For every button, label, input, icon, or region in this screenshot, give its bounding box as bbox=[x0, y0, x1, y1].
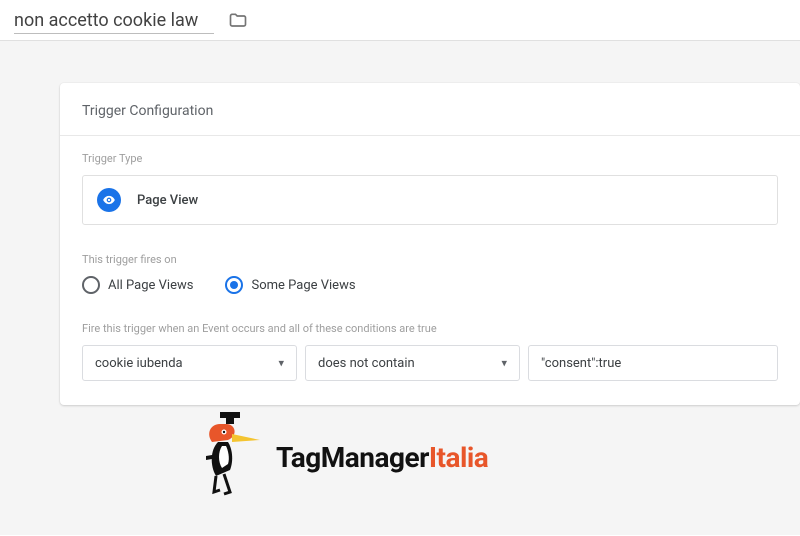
header-bar: non accetto cookie law bbox=[0, 0, 800, 41]
conditions-label: Fire this trigger when an Event occurs a… bbox=[82, 322, 778, 335]
brand-text: TagManagerItalia bbox=[276, 441, 488, 474]
trigger-type-label: Trigger Type bbox=[82, 152, 778, 165]
select-value: cookie iubenda bbox=[95, 356, 183, 371]
folder-icon[interactable] bbox=[228, 11, 248, 31]
brand-suffix: Italia bbox=[429, 441, 488, 474]
radio-icon bbox=[82, 276, 100, 294]
select-value: does not contain bbox=[318, 356, 415, 371]
brand-prefix: TagManager bbox=[276, 441, 429, 474]
radio-label: All Page Views bbox=[108, 278, 193, 293]
brand-logo: TagManagerItalia bbox=[200, 410, 488, 504]
fires-on-radios: All Page Views Some Page Views bbox=[82, 276, 778, 294]
trigger-config-card: Trigger Configuration Trigger Type Page … bbox=[60, 83, 800, 405]
radio-all-page-views[interactable]: All Page Views bbox=[82, 276, 193, 294]
fires-on-label: This trigger fires on bbox=[82, 253, 778, 266]
condition-row: cookie iubenda does not contain "consent… bbox=[82, 345, 778, 381]
radio-some-page-views[interactable]: Some Page Views bbox=[225, 276, 355, 294]
trigger-name-input[interactable]: non accetto cookie law bbox=[14, 8, 214, 34]
card-title: Trigger Configuration bbox=[60, 83, 800, 136]
card-body: Trigger Type Page View This trigger fire… bbox=[60, 136, 800, 405]
radio-label: Some Page Views bbox=[251, 278, 355, 293]
woodpecker-icon bbox=[200, 410, 270, 504]
input-value: "consent":true bbox=[541, 356, 621, 371]
condition-value-input[interactable]: "consent":true bbox=[528, 345, 778, 381]
trigger-type-selector[interactable]: Page View bbox=[82, 175, 778, 225]
trigger-type-name: Page View bbox=[137, 193, 198, 208]
condition-variable-select[interactable]: cookie iubenda bbox=[82, 345, 297, 381]
eye-icon bbox=[97, 188, 121, 212]
radio-icon bbox=[225, 276, 243, 294]
condition-operator-select[interactable]: does not contain bbox=[305, 345, 520, 381]
